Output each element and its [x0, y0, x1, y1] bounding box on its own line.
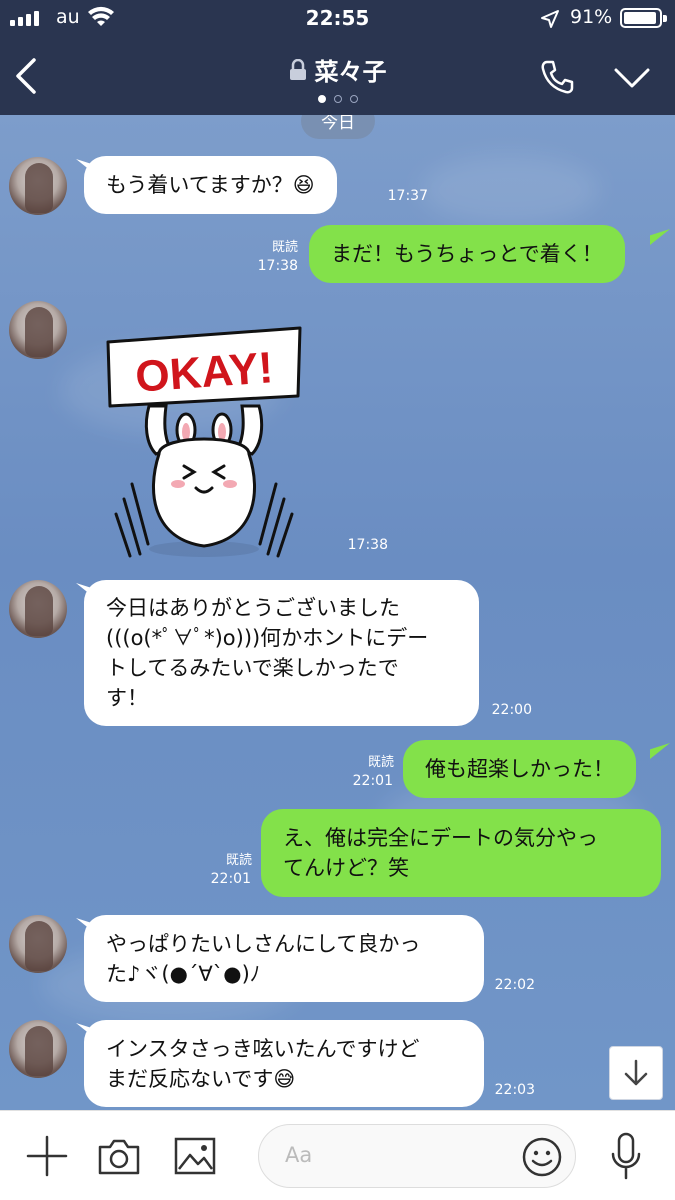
- message-text: やっぱりたいしさんにして良かっ た♪ヾ(●´∀`●)ﾉ: [106, 931, 421, 986]
- status-bar: au 22:55 91%: [0, 0, 675, 40]
- input-bar: Aa: [0, 1110, 675, 1200]
- message-time: 22:02: [494, 977, 535, 993]
- message-bubble[interactable]: もう着いてますか？😆: [84, 156, 337, 214]
- message-time: 17:38: [257, 258, 298, 274]
- message-text: もう着いてますか？😆: [106, 173, 315, 197]
- message-bubble[interactable]: 俺も超楽しかった！: [403, 740, 636, 798]
- battery-percent: 91%: [570, 6, 613, 28]
- message-text: 今日はありがとうございました (((o(*ﾟ∀ﾟ*)o)))何かホントにデー ト…: [106, 596, 429, 710]
- message-bubble[interactable]: え、俺は完全にデートの気分やっ てんけど？笑: [261, 809, 661, 897]
- location-arrow-icon: [541, 10, 559, 28]
- message-text: まだ！もうちょっとで着く！: [331, 242, 603, 266]
- message-time: 17:37: [387, 188, 428, 204]
- sticker-text: OKAY!: [134, 343, 275, 401]
- camera-icon[interactable]: [97, 1137, 141, 1177]
- message-text: 俺も超楽しかった！: [425, 757, 614, 781]
- chat-header: au 22:55 91% 菜々子: [0, 0, 675, 115]
- menu-chevron-down-icon[interactable]: [612, 62, 652, 92]
- message-time: 17:38: [347, 537, 388, 553]
- message-time: 22:01: [352, 773, 393, 789]
- arrow-down-icon: [624, 1059, 648, 1086]
- contact-avatar[interactable]: [9, 580, 67, 638]
- contact-avatar[interactable]: [9, 301, 67, 359]
- message-time: 22:03: [494, 1082, 535, 1098]
- plus-icon[interactable]: [26, 1135, 68, 1177]
- read-receipt: 既読: [271, 240, 298, 255]
- image-icon[interactable]: [174, 1137, 216, 1175]
- message-bubble[interactable]: やっぱりたいしさんにして良かっ た♪ヾ(●´∀`●)ﾉ: [84, 915, 484, 1002]
- battery-icon: [620, 8, 667, 28]
- read-receipt: 既読: [367, 755, 394, 770]
- date-separator: 今日: [301, 115, 375, 139]
- message-bubble[interactable]: インスタさっき呟いたんですけど まだ反応ないです😅: [84, 1020, 484, 1107]
- chat-title: 菜々子: [314, 58, 387, 86]
- contact-avatar[interactable]: [9, 1020, 67, 1078]
- read-receipt: 既読: [225, 853, 252, 868]
- message-input-placeholder: Aa: [285, 1143, 313, 1167]
- chat-area[interactable]: 今日 もう着いてますか？😆 17:37 既読 17:38 まだ！もうちょっとで着…: [0, 115, 675, 1110]
- page-indicator: [0, 95, 675, 103]
- microphone-icon[interactable]: [610, 1132, 642, 1182]
- lock-icon: [289, 58, 306, 80]
- message-bubble[interactable]: まだ！もうちょっとで着く！: [309, 225, 625, 283]
- okay-sticker[interactable]: OKAY!: [104, 324, 304, 559]
- message-time: 22:01: [210, 871, 251, 887]
- message-text: インスタさっき呟いたんですけど まだ反応ないです😅: [106, 1036, 420, 1091]
- emoji-icon[interactable]: [521, 1136, 563, 1178]
- message-time: 22:00: [491, 702, 532, 718]
- contact-avatar[interactable]: [9, 915, 67, 973]
- phone-call-icon[interactable]: [538, 58, 576, 96]
- message-text: え、俺は完全にデートの気分やっ てんけど？笑: [283, 826, 598, 880]
- message-bubble[interactable]: 今日はありがとうございました (((o(*ﾟ∀ﾟ*)o)))何かホントにデー ト…: [84, 580, 479, 726]
- scroll-to-bottom-button[interactable]: [609, 1046, 663, 1100]
- contact-avatar[interactable]: [9, 157, 67, 215]
